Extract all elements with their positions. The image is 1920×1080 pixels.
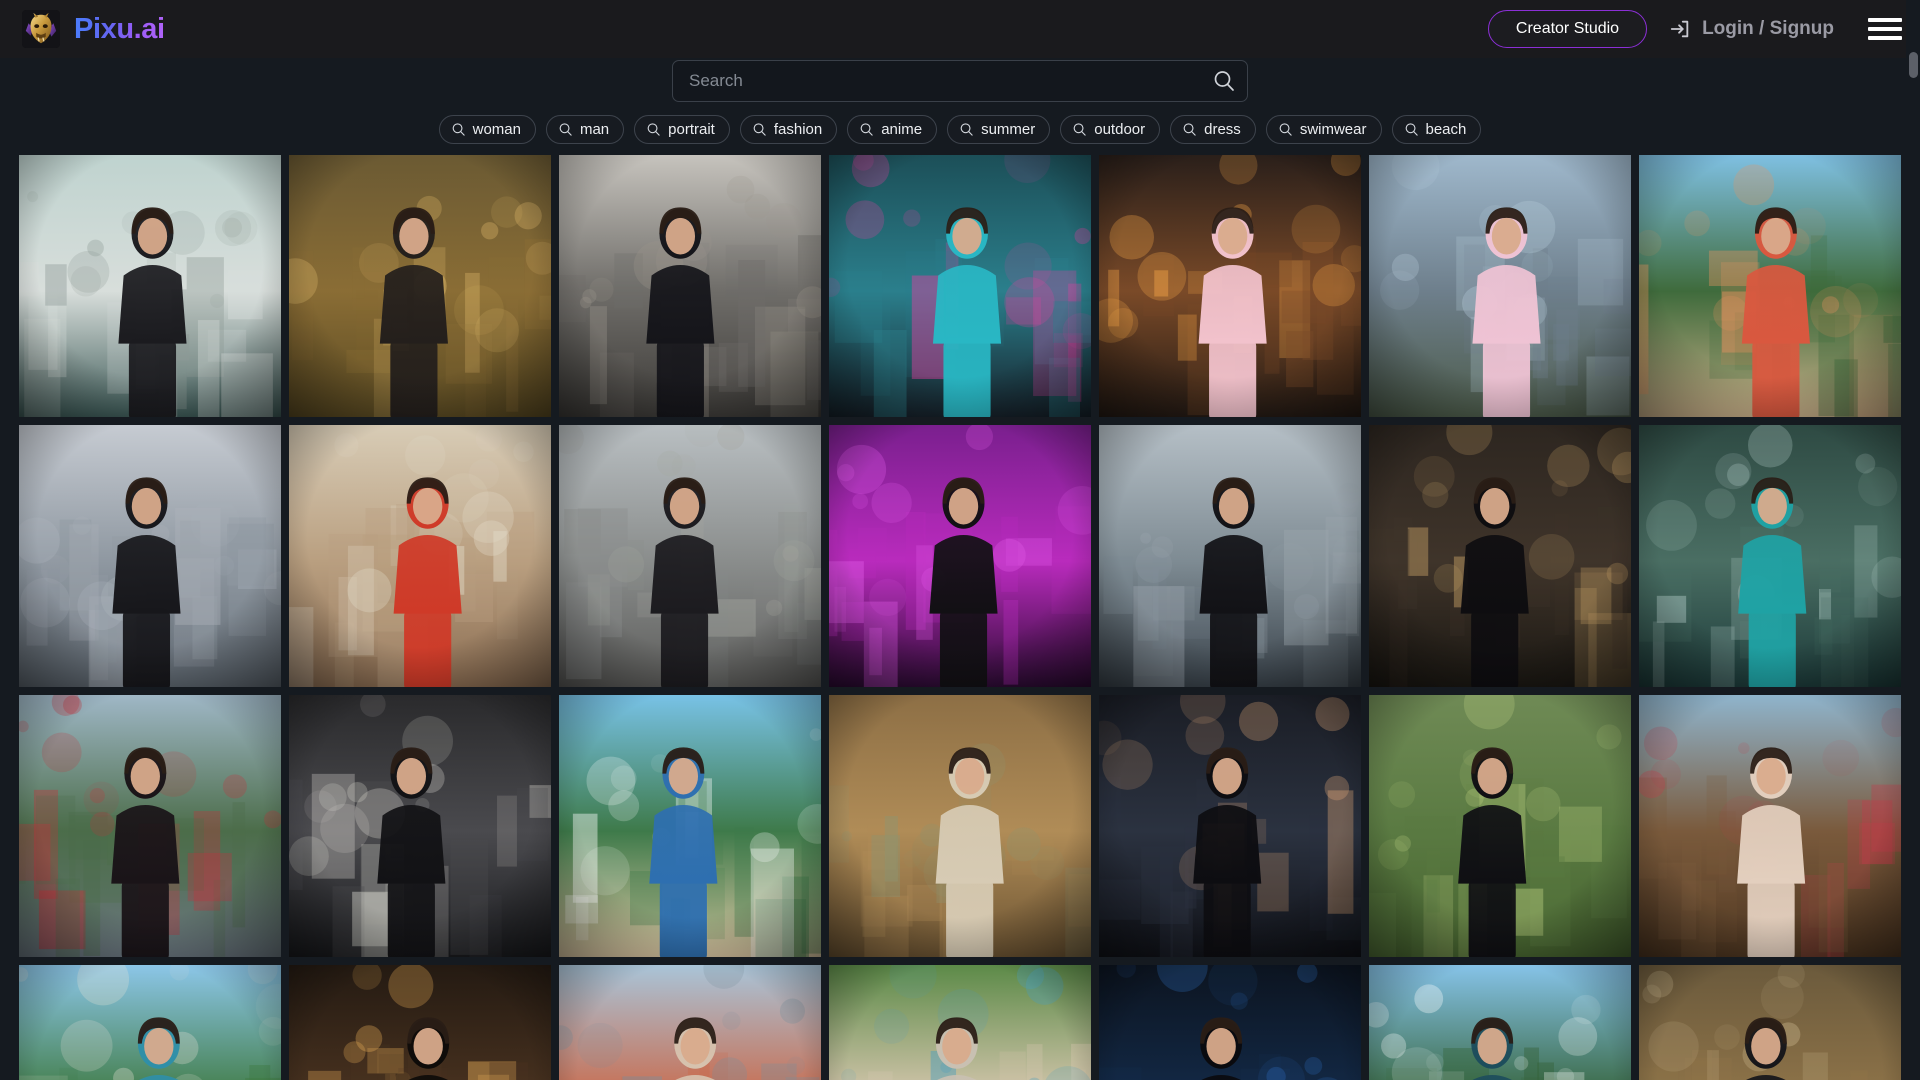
search-icon: [859, 122, 874, 137]
login-arrow-icon: [1669, 18, 1691, 40]
gallery-thumbnail[interactable]: [1369, 695, 1631, 958]
dragon-head-logo-icon: [22, 10, 60, 48]
search-icon: [959, 122, 974, 137]
gallery-thumbnail[interactable]: [559, 155, 821, 418]
app-header: Pixu.ai Creator Studio Login / Signup: [0, 0, 1920, 58]
gallery-thumbnail[interactable]: [829, 425, 1091, 688]
search-icon[interactable]: [1212, 69, 1236, 93]
tag-chip-label: outdoor: [1094, 121, 1146, 138]
image-gallery-grid: [0, 155, 1920, 1080]
search-icon: [558, 122, 573, 137]
gallery-thumbnail[interactable]: [19, 155, 281, 418]
tag-chip-label: woman: [472, 121, 521, 138]
gallery-thumbnail[interactable]: [289, 965, 551, 1080]
login-signup-label: Login / Signup: [1702, 18, 1834, 39]
gallery-thumbnail[interactable]: [1639, 965, 1901, 1080]
gallery-thumbnail[interactable]: [289, 155, 551, 418]
search-input[interactable]: [672, 60, 1248, 102]
search-bar: [672, 60, 1248, 102]
gallery-thumbnail[interactable]: [1639, 155, 1901, 418]
search-icon: [451, 122, 466, 137]
tag-chip-swimwear[interactable]: swimwear: [1265, 115, 1382, 145]
gallery-thumbnail[interactable]: [289, 425, 551, 688]
gallery-thumbnail[interactable]: [829, 695, 1091, 958]
tag-chip-woman[interactable]: woman: [438, 115, 536, 145]
tag-chip-label: portrait: [668, 121, 715, 138]
tag-chip-label: dress: [1204, 121, 1241, 138]
brand-logo-link[interactable]: Pixu.ai: [22, 10, 165, 48]
search-icon: [1182, 122, 1197, 137]
page-scrollbar[interactable]: [1906, 0, 1920, 1080]
search-icon: [1072, 122, 1087, 137]
tag-chip-summer[interactable]: summer: [947, 115, 1051, 145]
search-icon: [646, 122, 661, 137]
header-actions: Creator Studio Login / Signup: [1487, 10, 1906, 48]
brand-name: Pixu.ai: [74, 12, 165, 45]
gallery-thumbnail[interactable]: [19, 695, 281, 958]
gallery-thumbnail[interactable]: [1369, 155, 1631, 418]
tag-chip-row: woman man portrait fashion anime summer outdoo…: [0, 102, 1920, 155]
gallery-thumbnail[interactable]: [829, 155, 1091, 418]
search-icon: [1278, 122, 1293, 137]
gallery-thumbnail[interactable]: [1099, 965, 1361, 1080]
hamburger-bar: [1868, 18, 1902, 22]
search-icon: [752, 122, 767, 137]
tag-chip-outdoor[interactable]: outdoor: [1060, 115, 1161, 145]
search-area: woman man portrait fashion anime summer outdoo…: [0, 58, 1920, 156]
gallery-thumbnail[interactable]: [829, 965, 1091, 1080]
page-scrollbar-thumb[interactable]: [1909, 52, 1918, 78]
gallery-thumbnail[interactable]: [1099, 695, 1361, 958]
tag-chip-fashion[interactable]: fashion: [739, 115, 838, 145]
hamburger-menu-icon[interactable]: [1868, 16, 1902, 42]
tag-chip-label: summer: [981, 121, 1036, 138]
gallery-thumbnail[interactable]: [1639, 695, 1901, 958]
gallery-thumbnail[interactable]: [19, 425, 281, 688]
gallery-thumbnail[interactable]: [559, 425, 821, 688]
tag-chip-dress[interactable]: dress: [1170, 115, 1256, 145]
tag-chip-label: man: [579, 121, 610, 138]
login-signup-button[interactable]: Login / Signup: [1669, 18, 1834, 40]
search-icon: [1404, 122, 1419, 137]
gallery-thumbnail[interactable]: [19, 965, 281, 1080]
creator-studio-button[interactable]: Creator Studio: [1487, 10, 1648, 48]
tag-chip-anime[interactable]: anime: [847, 115, 938, 145]
tag-chip-label: fashion: [773, 121, 823, 138]
tag-chip-label: anime: [881, 121, 923, 138]
gallery-thumbnail[interactable]: [559, 965, 821, 1080]
tag-chip-label: swimwear: [1299, 121, 1367, 138]
gallery-thumbnail[interactable]: [559, 695, 821, 958]
gallery-thumbnail[interactable]: [1099, 155, 1361, 418]
hamburger-bar: [1868, 36, 1902, 40]
gallery-thumbnail[interactable]: [1369, 965, 1631, 1080]
tag-chip-portrait[interactable]: portrait: [634, 115, 730, 145]
gallery-thumbnail[interactable]: [289, 695, 551, 958]
gallery-thumbnail[interactable]: [1639, 425, 1901, 688]
tag-chip-label: beach: [1425, 121, 1467, 138]
hamburger-bar: [1868, 27, 1902, 31]
gallery-thumbnail[interactable]: [1099, 425, 1361, 688]
tag-chip-beach[interactable]: beach: [1391, 115, 1482, 145]
tag-chip-man[interactable]: man: [545, 115, 625, 145]
gallery-thumbnail[interactable]: [1369, 425, 1631, 688]
